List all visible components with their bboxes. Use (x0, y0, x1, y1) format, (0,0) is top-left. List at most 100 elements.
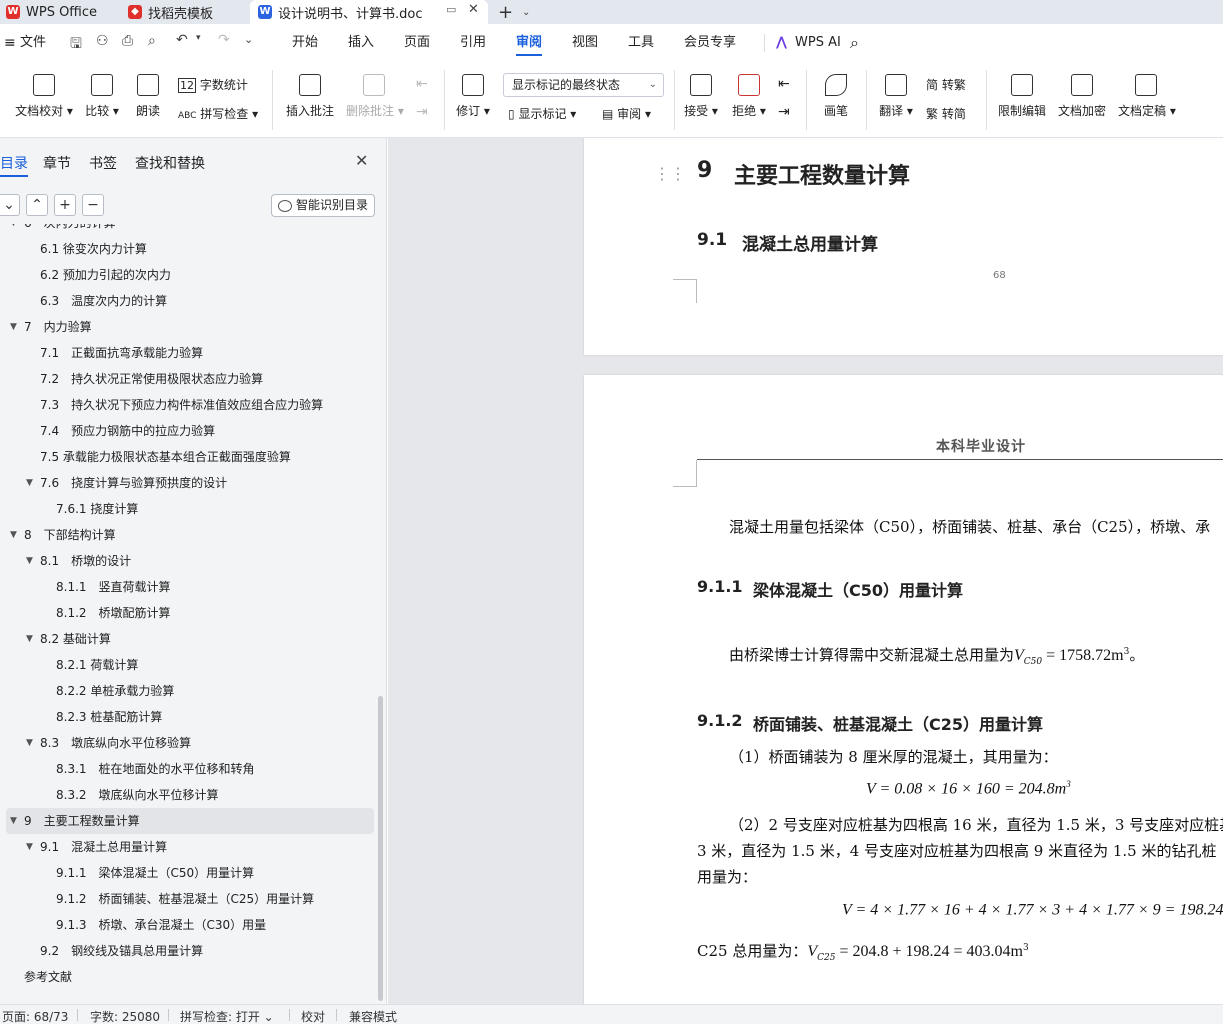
collapse-arrow-icon[interactable]: ▼ (10, 314, 17, 340)
tab-docer[interactable]: ◆ 找稻壳模板 (122, 0, 242, 24)
toc-item[interactable]: 7.5 承载能力极限状态基本组合正截面强度验算 (0, 444, 376, 470)
to-simplified-button[interactable]: 繁 转简 (926, 105, 966, 122)
to-traditional-button[interactable]: 简 转繁 (926, 76, 966, 93)
toc-item[interactable]: 7.4 预应力钢筋中的拉应力验算 (0, 418, 376, 444)
tab-list-chevron-icon[interactable]: ⌄ (522, 0, 530, 24)
save-icon[interactable]: 🖫 (70, 33, 82, 57)
toc-item[interactable]: 6.2 预加力引起的次内力 (0, 262, 376, 288)
spell-check-button[interactable]: ABC 拼写检查 ▾ (178, 105, 258, 122)
tab-wps-office[interactable]: W WPS Office (6, 0, 116, 24)
toc-item[interactable]: 9.1.1 梁体混凝土（C50）用量计算 (0, 860, 376, 886)
collapse-arrow-icon[interactable]: ▼ (10, 808, 17, 834)
toc-item[interactable]: ▼ 8.3 墩底纵向水平位移验算 (0, 730, 376, 756)
smart-toc-button[interactable]: 智能识别目录 (271, 194, 375, 217)
tab-document[interactable]: W 设计说明书、计算书.doc ▭ ✕ (250, 0, 488, 24)
show-markup-button[interactable]: ▯ 显示标记 ▾ (508, 105, 576, 122)
menu-review[interactable]: 审阅 (516, 24, 543, 62)
toc-item[interactable]: ▼ 7 内力验算 (0, 314, 376, 340)
undo-dropdown-icon[interactable]: ▾ (196, 33, 201, 43)
toc-item[interactable]: 6.3 温度次内力的计算 (0, 288, 376, 314)
tab-bookmarks[interactable]: 书签 (89, 153, 117, 173)
menu-wps-ai[interactable]: WPS AI (795, 24, 841, 62)
encrypt-button[interactable]: 文档加密 (1058, 74, 1106, 119)
tab-find-replace[interactable]: 查找和替换 (135, 153, 205, 173)
toc-item[interactable]: ▼ 6 次内力的计算 (0, 224, 376, 236)
word-count[interactable]: 字数: 25080 (90, 1008, 160, 1025)
collapse-arrow-icon[interactable]: ▼ (10, 522, 17, 548)
cloud-icon[interactable]: ⚇ (96, 33, 109, 49)
print-preview-icon[interactable]: ⌕ (148, 33, 156, 49)
toc-item[interactable]: 参考文献 (0, 964, 376, 990)
toc-item[interactable]: ▼ 9.1 混凝土总用量计算 (0, 834, 376, 860)
menu-home[interactable]: 开始 (292, 24, 318, 62)
add-tab-button[interactable]: + (498, 0, 513, 24)
menu-insert[interactable]: 插入 (348, 24, 374, 62)
chevron-down-icon[interactable]: ⌄ (0, 194, 20, 216)
menu-file[interactable]: 文件 (20, 24, 46, 62)
remove-level-button[interactable]: − (82, 194, 104, 216)
markup-state-select[interactable]: 显示标记的最终状态 ⌄ (503, 73, 664, 97)
wps-ai-icon[interactable]: ⋀ (776, 24, 787, 62)
toc-item[interactable]: 7.2 持久状况正常使用极限状态应力验算 (0, 366, 376, 392)
translate-button[interactable]: 翻译 ▾ (878, 74, 914, 119)
doc-check-button[interactable]: 文档校对 ▾ (14, 74, 74, 119)
hamburger-icon[interactable]: ≡ (4, 24, 16, 62)
track-changes-button[interactable]: 修订 ▾ (456, 74, 490, 119)
collapse-arrow-icon[interactable]: ▼ (26, 730, 33, 756)
insert-comment-button[interactable]: 插入批注 (286, 74, 334, 119)
reject-button[interactable]: 拒绝 ▾ (732, 74, 766, 119)
toc-item[interactable]: 7.6.1 挠度计算 (0, 496, 376, 522)
prev-comment-icon[interactable]: ⇤ (416, 76, 428, 92)
toc-item[interactable]: 8.2.1 荷载计算 (0, 652, 376, 678)
accept-button[interactable]: 接受 ▾ (684, 74, 718, 119)
toc-item[interactable]: 7.1 正截面抗弯承载能力验算 (0, 340, 376, 366)
review-pane-button[interactable]: ▤ 审阅 ▾ (602, 105, 651, 122)
add-level-button[interactable]: + (54, 194, 76, 216)
collapse-arrow-icon[interactable]: ▼ (26, 626, 33, 652)
toc-item[interactable]: 9.1.2 桥面铺装、桩基混凝土（C25）用量计算 (0, 886, 376, 912)
chevron-up-icon[interactable]: ⌃ (26, 194, 48, 216)
next-comment-icon[interactable]: ⇥ (416, 104, 428, 120)
print-icon[interactable]: ⎙ (122, 33, 133, 49)
menu-page[interactable]: 页面 (404, 24, 430, 62)
collapse-arrow-icon[interactable]: ▼ (26, 834, 33, 860)
read-aloud-button[interactable]: 朗读 (134, 74, 162, 119)
collapse-arrow-icon[interactable]: ▼ (26, 470, 33, 496)
toc-item[interactable]: 8.2.3 桩基配筋计算 (0, 704, 376, 730)
toc-item[interactable]: ▼ 8 下部结构计算 (0, 522, 376, 548)
toc-item[interactable]: 8.3.1 桩在地面处的水平位移和转角 (0, 756, 376, 782)
menu-tools[interactable]: 工具 (628, 24, 654, 62)
toc-item[interactable]: ▼ 9 主要工程数量计算 (6, 808, 374, 834)
undo-icon[interactable]: ↶ (176, 32, 188, 48)
toc-item[interactable]: ▼ 8.1 桥墩的设计 (0, 548, 376, 574)
compare-button[interactable]: 比较 ▾ (84, 74, 120, 119)
proofread-status[interactable]: 校对 (301, 1008, 325, 1025)
toc-item[interactable]: 9.1.3 桥墩、承台混凝土（C30）用量 (0, 912, 376, 938)
toc-item[interactable]: 8.2.2 单桩承载力验算 (0, 678, 376, 704)
menu-member[interactable]: 会员专享 (684, 24, 736, 62)
toc-item[interactable]: 8.3.2 墩底纵向水平位移计算 (0, 782, 376, 808)
spell-check-status[interactable]: 拼写检查: 打开 ⌄ (180, 1008, 274, 1025)
toc-item[interactable]: 6.1 徐变次内力计算 (0, 236, 376, 262)
drag-handle-icon[interactable]: ⋮⋮ (654, 164, 686, 183)
collapse-arrow-icon[interactable]: ▼ (26, 548, 33, 574)
window-icon[interactable]: ▭ (446, 3, 456, 16)
tab-toc[interactable]: 目录 (0, 153, 28, 177)
next-change-icon[interactable]: ⇥ (778, 104, 790, 120)
collapse-arrow-icon[interactable]: ▼ (10, 224, 17, 236)
delete-comment-button[interactable]: 删除批注 ▾ (346, 74, 404, 119)
pen-button[interactable]: 画笔 (822, 74, 850, 119)
page-count[interactable]: 页面: 68/73 (2, 1008, 68, 1025)
finalize-button[interactable]: 文档定稿 ▾ (1118, 74, 1176, 119)
close-icon[interactable]: ✕ (355, 151, 368, 170)
toc-item[interactable]: 8.1.1 竖直荷载计算 (0, 574, 376, 600)
restrict-edit-button[interactable]: 限制编辑 (998, 74, 1046, 119)
search-icon[interactable]: ⌕ (850, 24, 859, 62)
toc-item[interactable]: 9.2 钢绞线及锚具总用量计算 (0, 938, 376, 964)
close-tab-icon[interactable]: ✕ (468, 2, 479, 17)
toc-item[interactable]: ▼ 8.2 基础计算 (0, 626, 376, 652)
menu-references[interactable]: 引用 (460, 24, 486, 62)
toc-item[interactable]: 8.1.2 桥墩配筋计算 (0, 600, 376, 626)
tab-chapters[interactable]: 章节 (43, 153, 71, 173)
prev-change-icon[interactable]: ⇤ (778, 76, 790, 92)
